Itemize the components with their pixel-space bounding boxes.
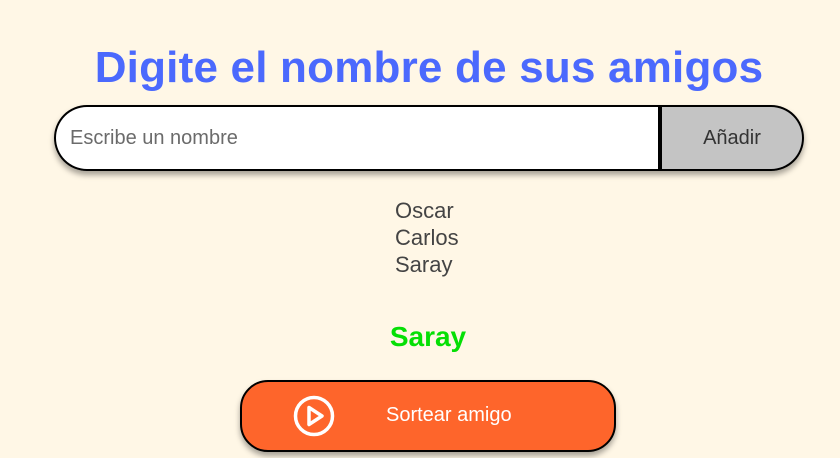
list-item: Saray [395, 252, 453, 277]
play-circle-icon [293, 395, 335, 437]
draw-friend-button[interactable]: Sortear amigo [240, 380, 616, 452]
friends-list: Oscar Carlos Saray [395, 197, 459, 278]
list-item: Oscar [395, 198, 454, 223]
draw-result: Saray [389, 321, 467, 352]
list-item: Carlos [395, 225, 459, 250]
draw-button-label: Sortear amigo [386, 404, 512, 426]
add-friend-form: Añadir [54, 105, 804, 171]
add-button[interactable]: Añadir [662, 105, 804, 171]
page: Digite el nombre de sus amigos Añadir Os… [0, 0, 840, 458]
name-input[interactable] [54, 105, 662, 171]
page-title: Digite el nombre de sus amigos [94, 43, 764, 93]
